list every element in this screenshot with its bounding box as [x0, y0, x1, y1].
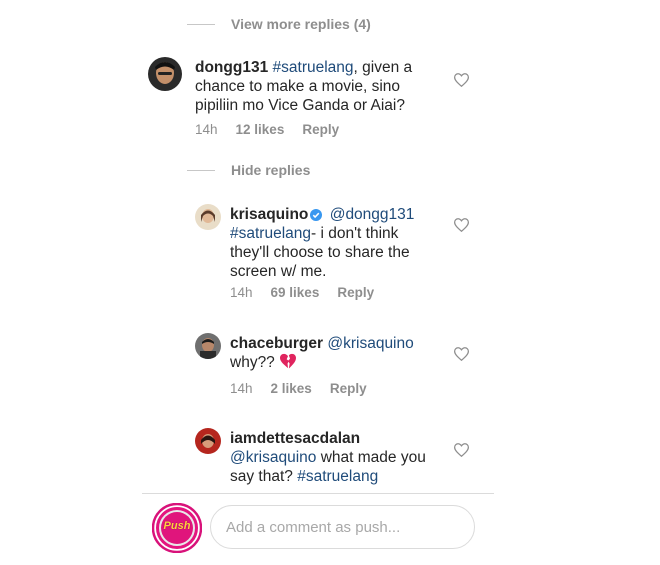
composer-divider — [142, 493, 494, 494]
toggle-line — [187, 23, 215, 25]
push-logo-text: Push — [163, 520, 191, 532]
comment-time: 14h — [230, 285, 253, 300]
toggle-line — [187, 169, 215, 171]
comment-dongg131: dongg131 #satruelang, given a chance to … — [195, 58, 435, 115]
comment-time: 14h — [195, 122, 218, 137]
verified-badge-icon — [310, 209, 323, 221]
comment-input[interactable]: Add a comment as push... — [210, 505, 475, 549]
reply-button[interactable]: Reply — [330, 381, 367, 396]
comment-body: why?? — [230, 354, 275, 371]
avatar[interactable] — [195, 428, 221, 454]
avatar-chaceburger-image — [195, 333, 221, 359]
avatar[interactable] — [195, 204, 221, 230]
mention-link[interactable]: @dongg131 — [330, 206, 415, 223]
hashtag-link[interactable]: #satruelang — [297, 468, 378, 485]
username[interactable]: iamdettesacdalan — [230, 430, 360, 447]
comment-iamdettesacdalan: iamdettesacdalan @krisaquino what made y… — [230, 429, 430, 486]
hashtag-link[interactable]: #satruelang — [273, 59, 354, 76]
comment-chaceburger: chaceburger @krisaquino why?? — [230, 334, 430, 372]
reply-button[interactable]: Reply — [302, 122, 339, 137]
view-more-replies-label: View more replies (4) — [231, 16, 371, 32]
hide-replies-button[interactable]: Hide replies — [187, 162, 310, 178]
comment-meta: 14h 69 likes Reply — [230, 285, 374, 300]
like-heart-icon[interactable] — [453, 73, 470, 92]
avatar-krisaquino-image — [195, 204, 221, 230]
like-heart-icon[interactable] — [453, 347, 470, 366]
view-more-replies-button[interactable]: View more replies (4) — [187, 16, 371, 32]
username[interactable]: krisaquino — [230, 206, 308, 223]
avatar[interactable] — [195, 333, 221, 359]
username[interactable]: chaceburger — [230, 335, 323, 352]
avatar[interactable] — [148, 57, 182, 91]
likes-count[interactable]: 69 likes — [271, 285, 320, 300]
comment-meta: 14h 12 likes Reply — [195, 122, 339, 137]
username[interactable]: dongg131 — [195, 59, 268, 76]
avatar-iamdettesacdalan-image — [195, 428, 221, 454]
hashtag-link[interactable]: #satruelang — [230, 225, 311, 242]
mention-link[interactable]: @krisaquino — [327, 335, 413, 352]
mention-link[interactable]: @krisaquino — [230, 449, 316, 466]
like-heart-icon[interactable] — [453, 443, 470, 462]
broken-heart-icon — [280, 353, 297, 369]
comment-meta: 14h 2 likes Reply — [230, 381, 367, 396]
comment-input-placeholder: Add a comment as push... — [226, 518, 401, 536]
comment-time: 14h — [230, 381, 253, 396]
hide-replies-label: Hide replies — [231, 162, 311, 178]
avatar-dongg131-image — [148, 57, 182, 91]
comment-krisaquino: krisaquino @dongg131 #satruelang- i don'… — [230, 205, 430, 281]
like-heart-icon[interactable] — [453, 218, 470, 237]
composer-avatar: Push — [151, 502, 203, 554]
likes-count[interactable]: 12 likes — [236, 122, 285, 137]
likes-count[interactable]: 2 likes — [271, 381, 312, 396]
reply-button[interactable]: Reply — [337, 285, 374, 300]
